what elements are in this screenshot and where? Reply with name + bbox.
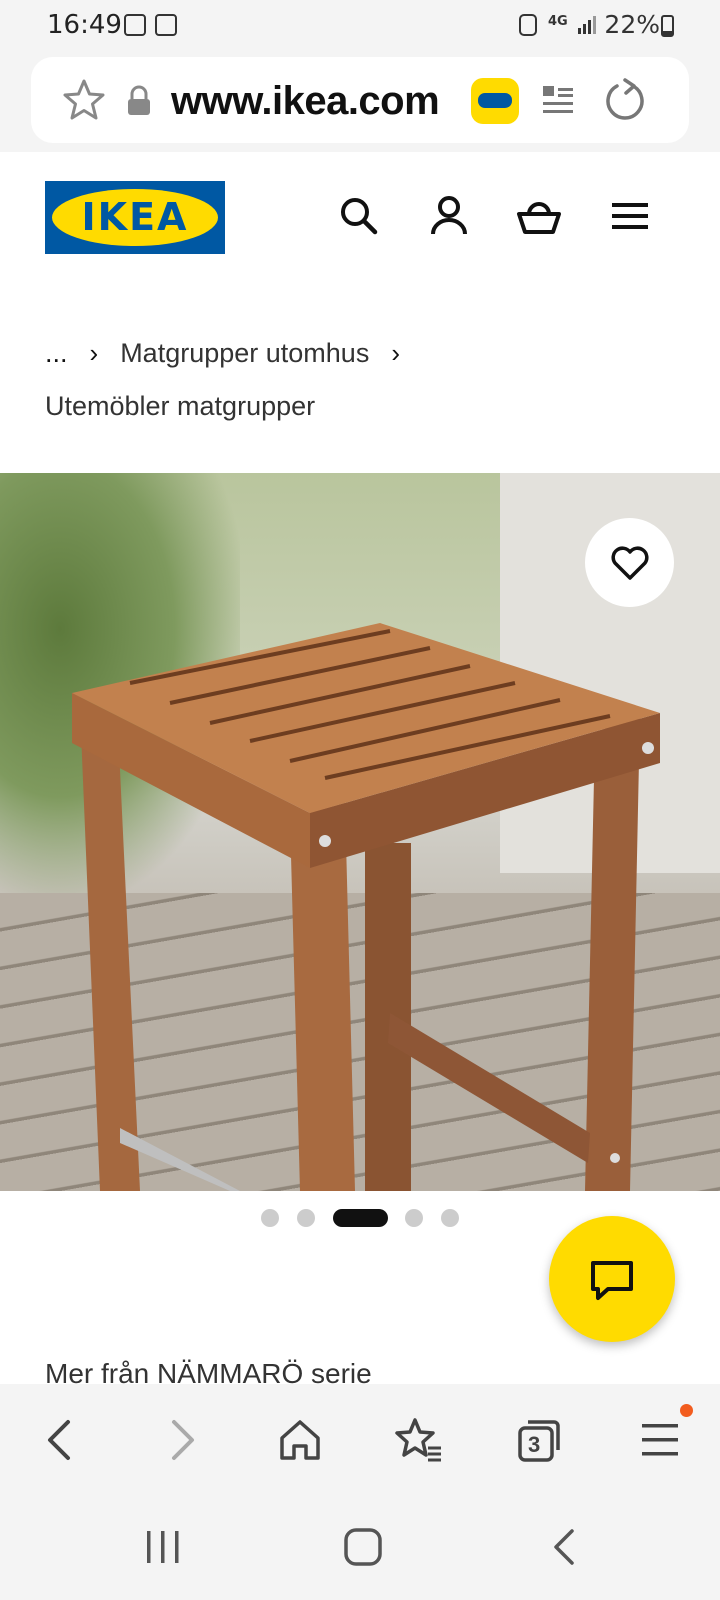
lock-icon — [128, 85, 150, 115]
signal-icon — [578, 16, 596, 34]
browser-bottom-bar: 3 — [0, 1384, 720, 1496]
notification-dot — [680, 1404, 693, 1417]
bookmarks-icon[interactable] — [395, 1416, 443, 1464]
reload-icon[interactable] — [603, 77, 647, 123]
gallery-dot[interactable] — [297, 1209, 315, 1227]
recent-apps-icon[interactable] — [142, 1526, 184, 1568]
back-nav-icon[interactable] — [544, 1526, 586, 1568]
search-icon[interactable] — [335, 192, 383, 240]
tabs-button[interactable]: 3 — [516, 1416, 564, 1464]
status-time: 16:49 — [47, 10, 122, 40]
chat-button[interactable] — [549, 1216, 675, 1342]
battery-icon — [661, 15, 674, 37]
reader-mode-icon[interactable] — [541, 83, 575, 119]
chevron-right-icon: › — [391, 338, 400, 368]
gallery-notification-icon — [124, 14, 146, 36]
forward-icon[interactable] — [158, 1416, 206, 1464]
browser-menu-icon[interactable] — [636, 1416, 684, 1464]
gallery-dot[interactable] — [261, 1209, 279, 1227]
heart-icon — [611, 546, 649, 580]
series-heading: Mer från NÄMMARÖ serie — [45, 1358, 372, 1384]
basket-icon[interactable] — [515, 192, 563, 240]
chat-icon — [591, 1261, 633, 1300]
address-bar[interactable]: www.ikea.com — [31, 57, 689, 143]
home-nav-icon[interactable] — [342, 1526, 384, 1568]
system-navigation-bar — [0, 1496, 720, 1600]
tab-count: 3 — [528, 1432, 541, 1457]
favorite-button[interactable] — [585, 518, 674, 607]
home-icon[interactable] — [276, 1416, 324, 1464]
battery-saver-icon — [519, 14, 537, 36]
breadcrumb-item[interactable]: Utemöbler matgrupper — [45, 391, 315, 421]
chevron-right-icon: › — [89, 338, 99, 368]
menu-icon[interactable] — [606, 192, 654, 240]
status-bar: 16:49 4G 22% — [0, 0, 720, 52]
account-icon[interactable] — [425, 192, 473, 240]
network-type: 4G — [548, 14, 568, 29]
battery-percent: 22% — [604, 10, 660, 39]
breadcrumb-ellipsis[interactable]: ... — [45, 338, 68, 368]
breadcrumb: ... › Matgrupper utomhus › Utemöbler matgru… — [45, 327, 685, 433]
back-icon[interactable] — [36, 1416, 84, 1464]
app-notification-icon — [155, 14, 177, 36]
ikea-site-badge-icon[interactable] — [471, 78, 519, 124]
gallery-dot-active[interactable] — [333, 1209, 388, 1227]
ikea-logo[interactable]: IKEA — [45, 181, 225, 254]
logo-text: IKEA — [81, 195, 189, 239]
url-text[interactable]: www.ikea.com — [171, 79, 440, 124]
gallery-dot[interactable] — [441, 1209, 459, 1227]
breadcrumb-item[interactable]: Matgrupper utomhus — [120, 338, 369, 368]
gallery-dot[interactable] — [405, 1209, 423, 1227]
product-image[interactable] — [0, 473, 720, 1191]
browser-toolbar: www.ikea.com — [0, 52, 720, 152]
star-icon[interactable] — [61, 77, 107, 123]
web-page: IKEA ... › Matgrupper utomhus › Utemöbler m… — [0, 152, 720, 1384]
